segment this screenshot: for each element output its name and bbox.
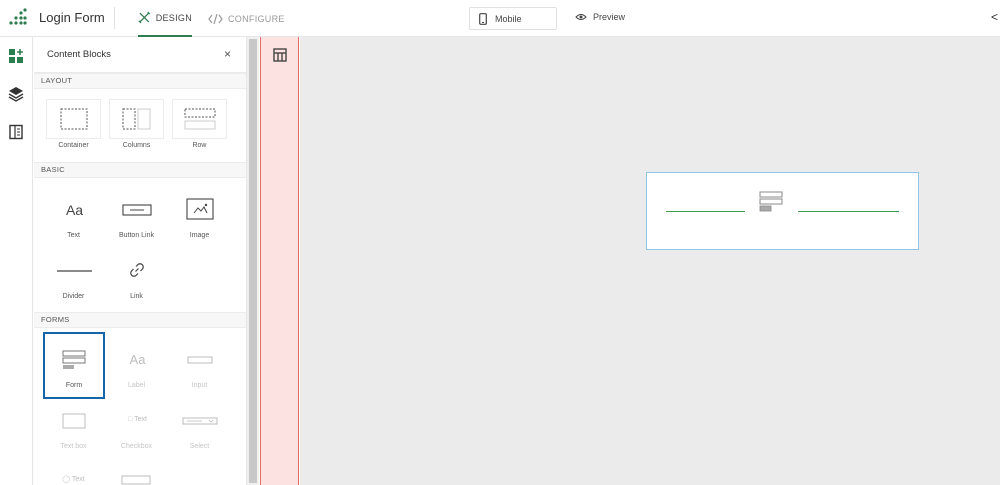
tile-frame: □ Text [109, 400, 164, 440]
block-button-link[interactable]: Button Link [109, 189, 164, 244]
block-textbox-disabled: Text box [46, 400, 101, 455]
tab-label: CONFIGURE [228, 13, 285, 24]
block-label: Select [189, 443, 210, 450]
block-label: Image [189, 232, 210, 239]
form-icon [62, 350, 86, 369]
design-icon [138, 11, 151, 24]
section-title-layout: LAYOUT [34, 73, 246, 89]
block-text[interactable]: Aa Text [46, 189, 101, 244]
code-icon [208, 13, 223, 24]
block-input-disabled: Input [172, 339, 227, 394]
tab-configure[interactable]: CONFIGURE [208, 0, 285, 37]
layout-grid-icon[interactable] [273, 48, 287, 62]
row-icon [184, 108, 216, 130]
block-label: Divider [62, 293, 85, 300]
section-title-forms: FORMS [34, 312, 246, 328]
pages-icon[interactable] [8, 124, 24, 140]
block-label: Input [191, 382, 208, 389]
checkbox-icon: □ Text [128, 416, 147, 423]
section-title-basic: BASIC [34, 162, 246, 178]
block-form[interactable]: Form [43, 332, 105, 399]
label-icon: Aa [129, 352, 146, 367]
block-label: Text [67, 232, 80, 239]
block-container[interactable]: Container [46, 99, 101, 154]
block-checkbox-disabled: □ Text Checkbox [109, 400, 164, 455]
block-label: Row [192, 142, 207, 149]
button-link-icon [122, 204, 152, 216]
divider-icon [57, 270, 92, 272]
block-label: Text box [60, 443, 87, 450]
preview-label: Preview [593, 12, 626, 22]
block-row[interactable]: Row [172, 99, 227, 154]
structure-strip[interactable] [260, 37, 299, 485]
input-icon [187, 356, 213, 364]
tile-frame [172, 400, 227, 440]
button-icon [121, 475, 151, 485]
text-icon: Aa [65, 202, 84, 218]
canvas-form-block[interactable] [646, 172, 919, 250]
block-select-disabled: Select [172, 400, 227, 455]
logo-icon [9, 8, 27, 25]
tile-frame [172, 339, 227, 379]
link-icon [130, 263, 144, 277]
collapse-icon[interactable]: < [991, 10, 998, 24]
scrollbar-thumb[interactable] [249, 39, 257, 483]
mobile-icon [479, 12, 487, 25]
tile-frame [109, 189, 164, 229]
tile-frame [109, 99, 164, 139]
tile-frame [109, 250, 164, 290]
panel-scrollbar[interactable] [247, 37, 259, 485]
form-placeholder-line-left [666, 211, 745, 212]
block-radio-disabled: ◯ Text [46, 461, 101, 485]
block-label: Container [58, 142, 89, 149]
tile-frame [172, 189, 227, 229]
add-block-icon[interactable] [8, 48, 24, 64]
device-select[interactable]: Mobile [469, 7, 557, 30]
tile-frame [46, 250, 101, 290]
design-canvas[interactable] [300, 37, 1000, 485]
tile-frame [46, 400, 101, 440]
container-icon [60, 108, 88, 130]
app-title: Login Form [39, 10, 105, 25]
block-label: Columns [122, 142, 151, 149]
tab-design[interactable]: DESIGN [138, 0, 192, 37]
block-label: Link [130, 293, 143, 300]
top-bar: Login Form DESIGN CONFIGURE Mobile Previ… [0, 0, 1000, 37]
panel-title: Content Blocks [47, 49, 111, 60]
close-icon[interactable]: × [224, 47, 231, 61]
block-link[interactable]: Link [109, 250, 164, 305]
radio-glyph-text: Text [71, 476, 85, 483]
tile-frame [46, 99, 101, 139]
textbox-icon [62, 413, 86, 429]
block-label: Button Link [118, 232, 155, 239]
block-columns[interactable]: Columns [109, 99, 164, 154]
tile-frame: Aa [46, 189, 101, 229]
form-placeholder-icon [759, 191, 783, 212]
block-label: Checkbox [120, 443, 153, 450]
block-button-disabled [109, 461, 164, 485]
header-divider [114, 7, 115, 29]
device-label: Mobile [495, 13, 522, 24]
eye-icon [575, 14, 587, 20]
block-divider[interactable]: Divider [46, 250, 101, 305]
layers-icon[interactable] [8, 86, 24, 102]
tile-frame: Aa [109, 339, 164, 379]
tile-frame [172, 99, 227, 139]
panel-header: Content Blocks × [34, 37, 246, 73]
select-icon [182, 417, 218, 425]
block-label: Label [127, 382, 146, 389]
block-label: Form [65, 382, 83, 389]
radio-icon: ◯ Text [62, 476, 85, 483]
block-image[interactable]: Image [172, 189, 227, 244]
left-rail [0, 37, 33, 485]
image-icon [186, 198, 214, 220]
columns-icon [122, 108, 151, 130]
tab-label: DESIGN [155, 12, 192, 23]
preview-button[interactable]: Preview [575, 12, 625, 22]
checkbox-glyph-text: Text [134, 416, 147, 423]
form-placeholder-line-right [798, 211, 899, 212]
block-label-disabled: Aa Label [109, 339, 164, 394]
